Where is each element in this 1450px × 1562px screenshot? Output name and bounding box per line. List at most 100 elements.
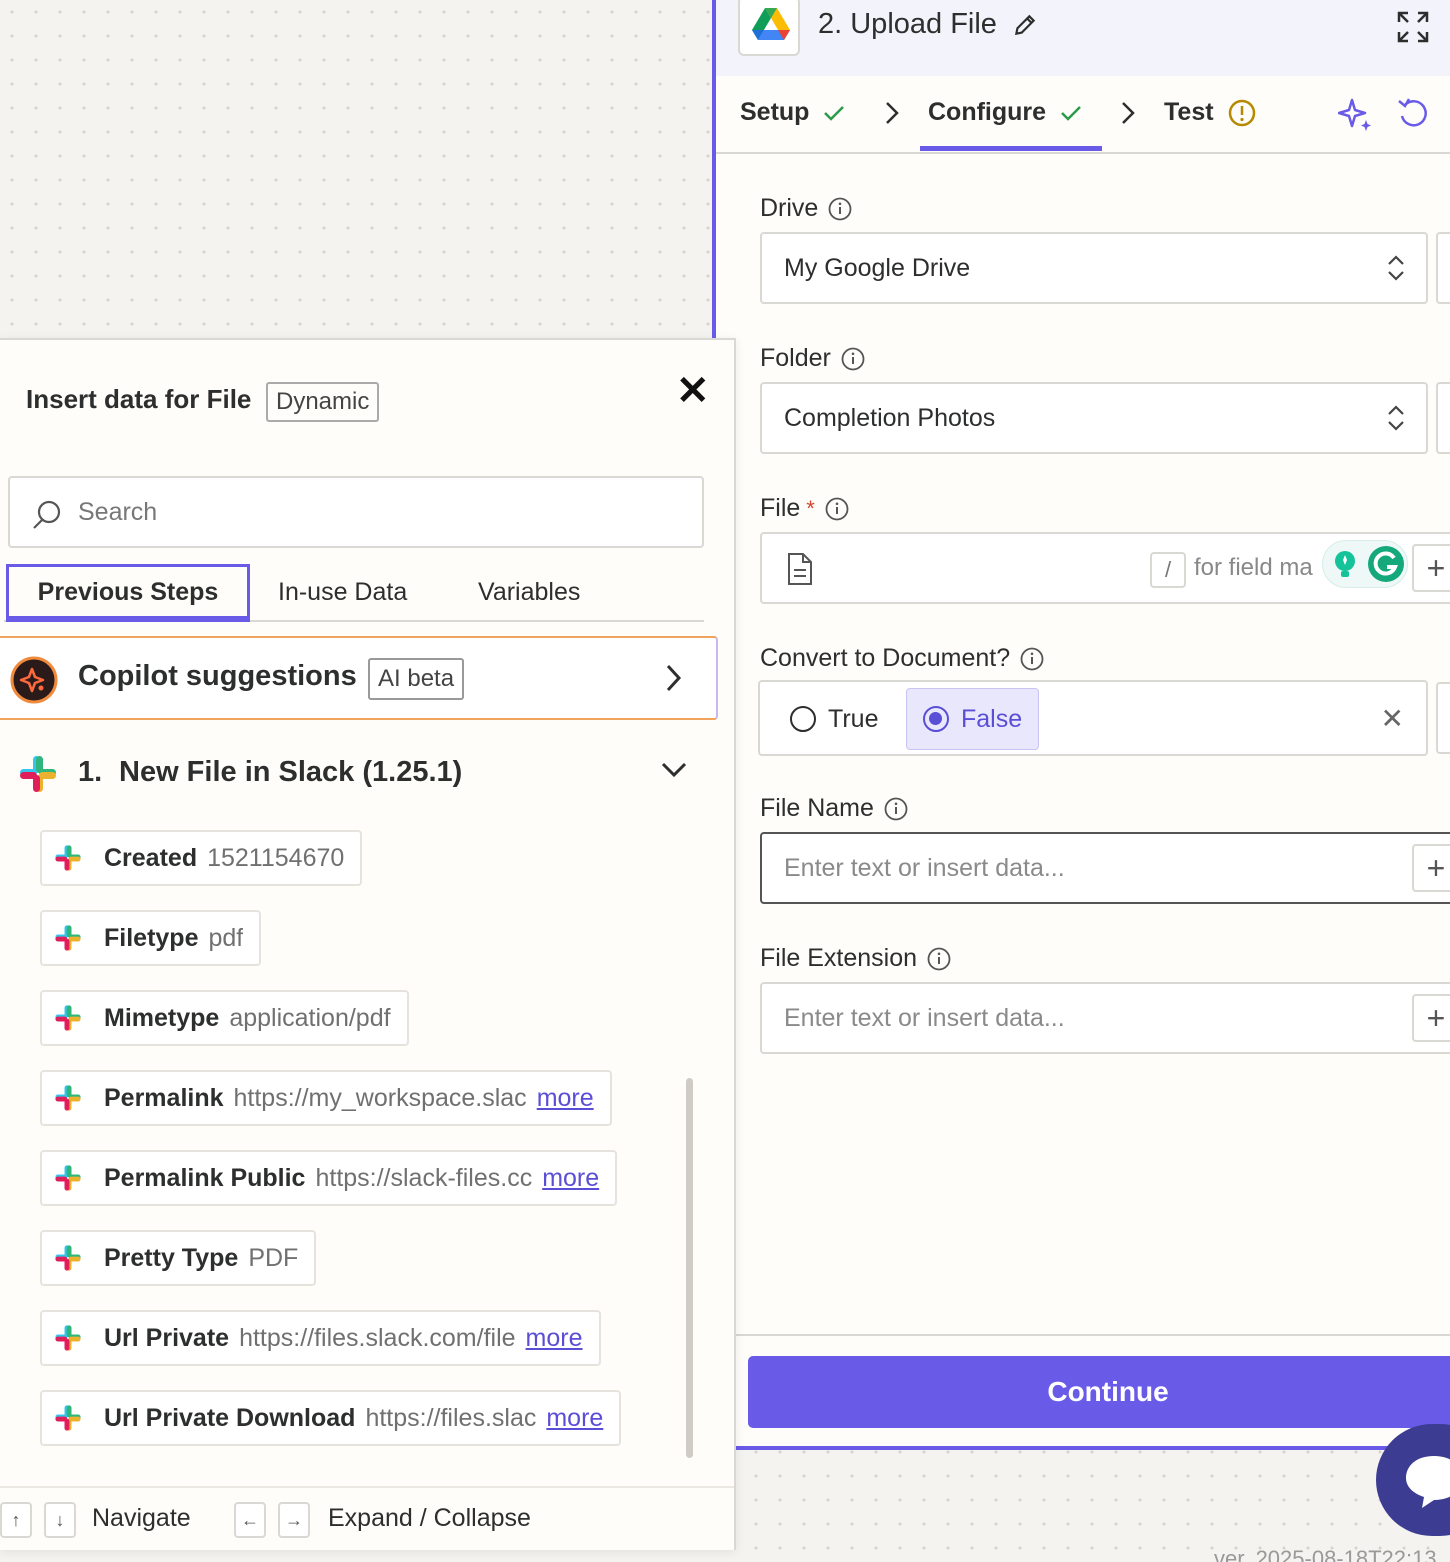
google-drive-logo — [738, 0, 800, 56]
pencil-icon[interactable] — [1012, 12, 1038, 38]
grammarly-widget[interactable] — [1322, 540, 1408, 588]
data-item-value: 1521154670 — [207, 843, 345, 872]
slack-icon — [55, 1405, 81, 1431]
folder-value: Completion Photos — [784, 403, 996, 432]
drive-label-text: Drive — [760, 194, 819, 222]
data-item-pill[interactable]: Created 1521154670 — [40, 830, 363, 886]
more-link[interactable]: more — [537, 1084, 594, 1113]
data-item-pill[interactable]: Mimetype application/pdf — [40, 990, 409, 1046]
data-item-key: Created — [104, 843, 198, 872]
data-item-key: Filetype — [104, 923, 199, 952]
convert-options-button[interactable] — [1436, 682, 1450, 754]
slack-icon — [55, 1325, 81, 1351]
more-link[interactable]: more — [526, 1324, 583, 1353]
step-number: 1. — [78, 756, 103, 788]
document-icon — [788, 553, 812, 585]
tab-setup[interactable]: Setup — [740, 98, 845, 127]
info-icon[interactable] — [1020, 647, 1044, 671]
radio-circle — [790, 706, 816, 732]
folder-select[interactable]: Completion Photos — [760, 382, 1428, 454]
clear-selection-icon[interactable]: ✕ — [1381, 702, 1404, 735]
grammarly-icon — [1368, 546, 1404, 582]
data-item-key: Permalink — [104, 1083, 224, 1112]
config-header: 2. Upload File — [716, 0, 1450, 76]
radio-false[interactable]: False — [906, 688, 1040, 750]
data-item-key: Permalink Public — [104, 1163, 306, 1192]
info-icon[interactable] — [884, 797, 908, 821]
right-key: → — [278, 1502, 310, 1538]
info-icon[interactable] — [841, 347, 865, 371]
expand-icon[interactable] — [1396, 10, 1430, 44]
slack-icon — [55, 925, 81, 951]
slack-icon — [55, 1165, 81, 1191]
sparkle-icon[interactable] — [1338, 96, 1374, 132]
data-item-pill[interactable]: Permalink https://my_workspace.slac more — [40, 1070, 612, 1126]
refresh-icon[interactable] — [1396, 96, 1430, 130]
check-icon — [1061, 105, 1081, 121]
drive-select[interactable]: My Google Drive — [760, 232, 1428, 304]
data-item-key: Pretty Type — [104, 1243, 239, 1272]
chat-bubble-icon — [1406, 1456, 1450, 1508]
data-item-value: https://slack-files.cc — [315, 1163, 533, 1192]
step-title: 2. Upload File — [818, 8, 997, 40]
copilot-title: Copilot suggestions — [78, 660, 357, 692]
file-extension-input[interactable]: Enter text or insert data... — [760, 982, 1450, 1054]
insert-data-panel: Insert data for File Dynamic ✕ Search Pr… — [0, 338, 736, 1550]
file-name-input[interactable]: Enter text or insert data... — [760, 832, 1450, 904]
tab-test-label: Test — [1164, 98, 1214, 126]
data-item-key: Mimetype — [104, 1003, 220, 1032]
radio-true[interactable]: True — [774, 688, 894, 750]
file-extension-label: File Extension — [760, 944, 951, 973]
data-item-pill[interactable]: Permalink Public https://slack-files.cc mo… — [40, 1150, 618, 1206]
search-input[interactable]: Search — [8, 476, 704, 548]
tab-variables[interactable]: Variables — [478, 564, 580, 622]
tab-in-use-data[interactable]: In-use Data — [278, 564, 407, 622]
file-extension-add-data-button[interactable]: + — [1412, 994, 1450, 1042]
chevron-down-icon — [661, 762, 687, 778]
close-icon[interactable]: ✕ — [676, 368, 710, 414]
navigate-label: Navigate — [92, 1504, 191, 1532]
file-label-text: File — [760, 494, 801, 522]
more-link[interactable]: more — [542, 1164, 599, 1193]
data-item-value: https://files.slack.com/file — [239, 1323, 516, 1352]
copilot-suggestions-row[interactable]: Copilot suggestions AI beta — [0, 636, 718, 720]
data-source-tabs: Previous Steps In-use Data Variables — [4, 564, 704, 622]
updown-chevron-icon — [1388, 255, 1404, 281]
ai-beta-badge: AI beta — [368, 658, 465, 700]
data-item-value: pdf — [208, 923, 244, 952]
previous-step-header[interactable]: 1. New File in Slack (1.25.1) — [18, 754, 698, 794]
file-add-data-button[interactable]: + — [1412, 544, 1450, 592]
tab-test[interactable]: Test — [1164, 98, 1256, 127]
tab-configure[interactable]: Configure — [919, 98, 1103, 151]
file-name-add-data-button[interactable]: + — [1412, 844, 1450, 892]
drive-value: My Google Drive — [784, 253, 971, 282]
data-item-pill[interactable]: Url Private https://files.slack.com/file m… — [40, 1310, 601, 1366]
step-tabs: Setup Configure Test — [716, 76, 1450, 154]
search-icon — [33, 500, 61, 529]
convert-radio-group: True False ✕ — [758, 680, 1428, 756]
data-item-value: https://files.slac — [365, 1403, 537, 1432]
search-placeholder: Search — [78, 497, 158, 526]
folder-label-text: Folder — [760, 344, 831, 372]
more-link[interactable]: more — [546, 1404, 603, 1433]
data-item-pill[interactable]: Url Private Download https://files.slac mo… — [40, 1390, 622, 1446]
radio-circle-selected — [923, 706, 949, 732]
tab-previous-steps[interactable]: Previous Steps — [6, 564, 250, 622]
scrollbar[interactable] — [686, 1078, 693, 1458]
continue-button[interactable]: Continue — [748, 1356, 1450, 1428]
data-item-pill[interactable]: Pretty Type PDF — [40, 1230, 317, 1286]
radio-false-label: False — [961, 704, 1023, 733]
expand-collapse-label: Expand / Collapse — [328, 1504, 531, 1532]
slack-icon — [55, 1085, 81, 1111]
data-item-key: Url Private — [104, 1323, 230, 1352]
slack-icon — [20, 756, 56, 792]
data-item-pill[interactable]: Filetype pdf — [40, 910, 262, 966]
file-input[interactable]: / for field ma — [760, 532, 1450, 604]
info-icon[interactable] — [927, 947, 951, 971]
info-icon[interactable] — [825, 497, 849, 521]
drive-options-button[interactable] — [1436, 232, 1450, 304]
convert-label: Convert to Document? — [760, 644, 1044, 673]
info-icon[interactable] — [828, 197, 852, 221]
convert-label-text: Convert to Document? — [760, 644, 1011, 672]
folder-options-button[interactable] — [1436, 382, 1450, 454]
